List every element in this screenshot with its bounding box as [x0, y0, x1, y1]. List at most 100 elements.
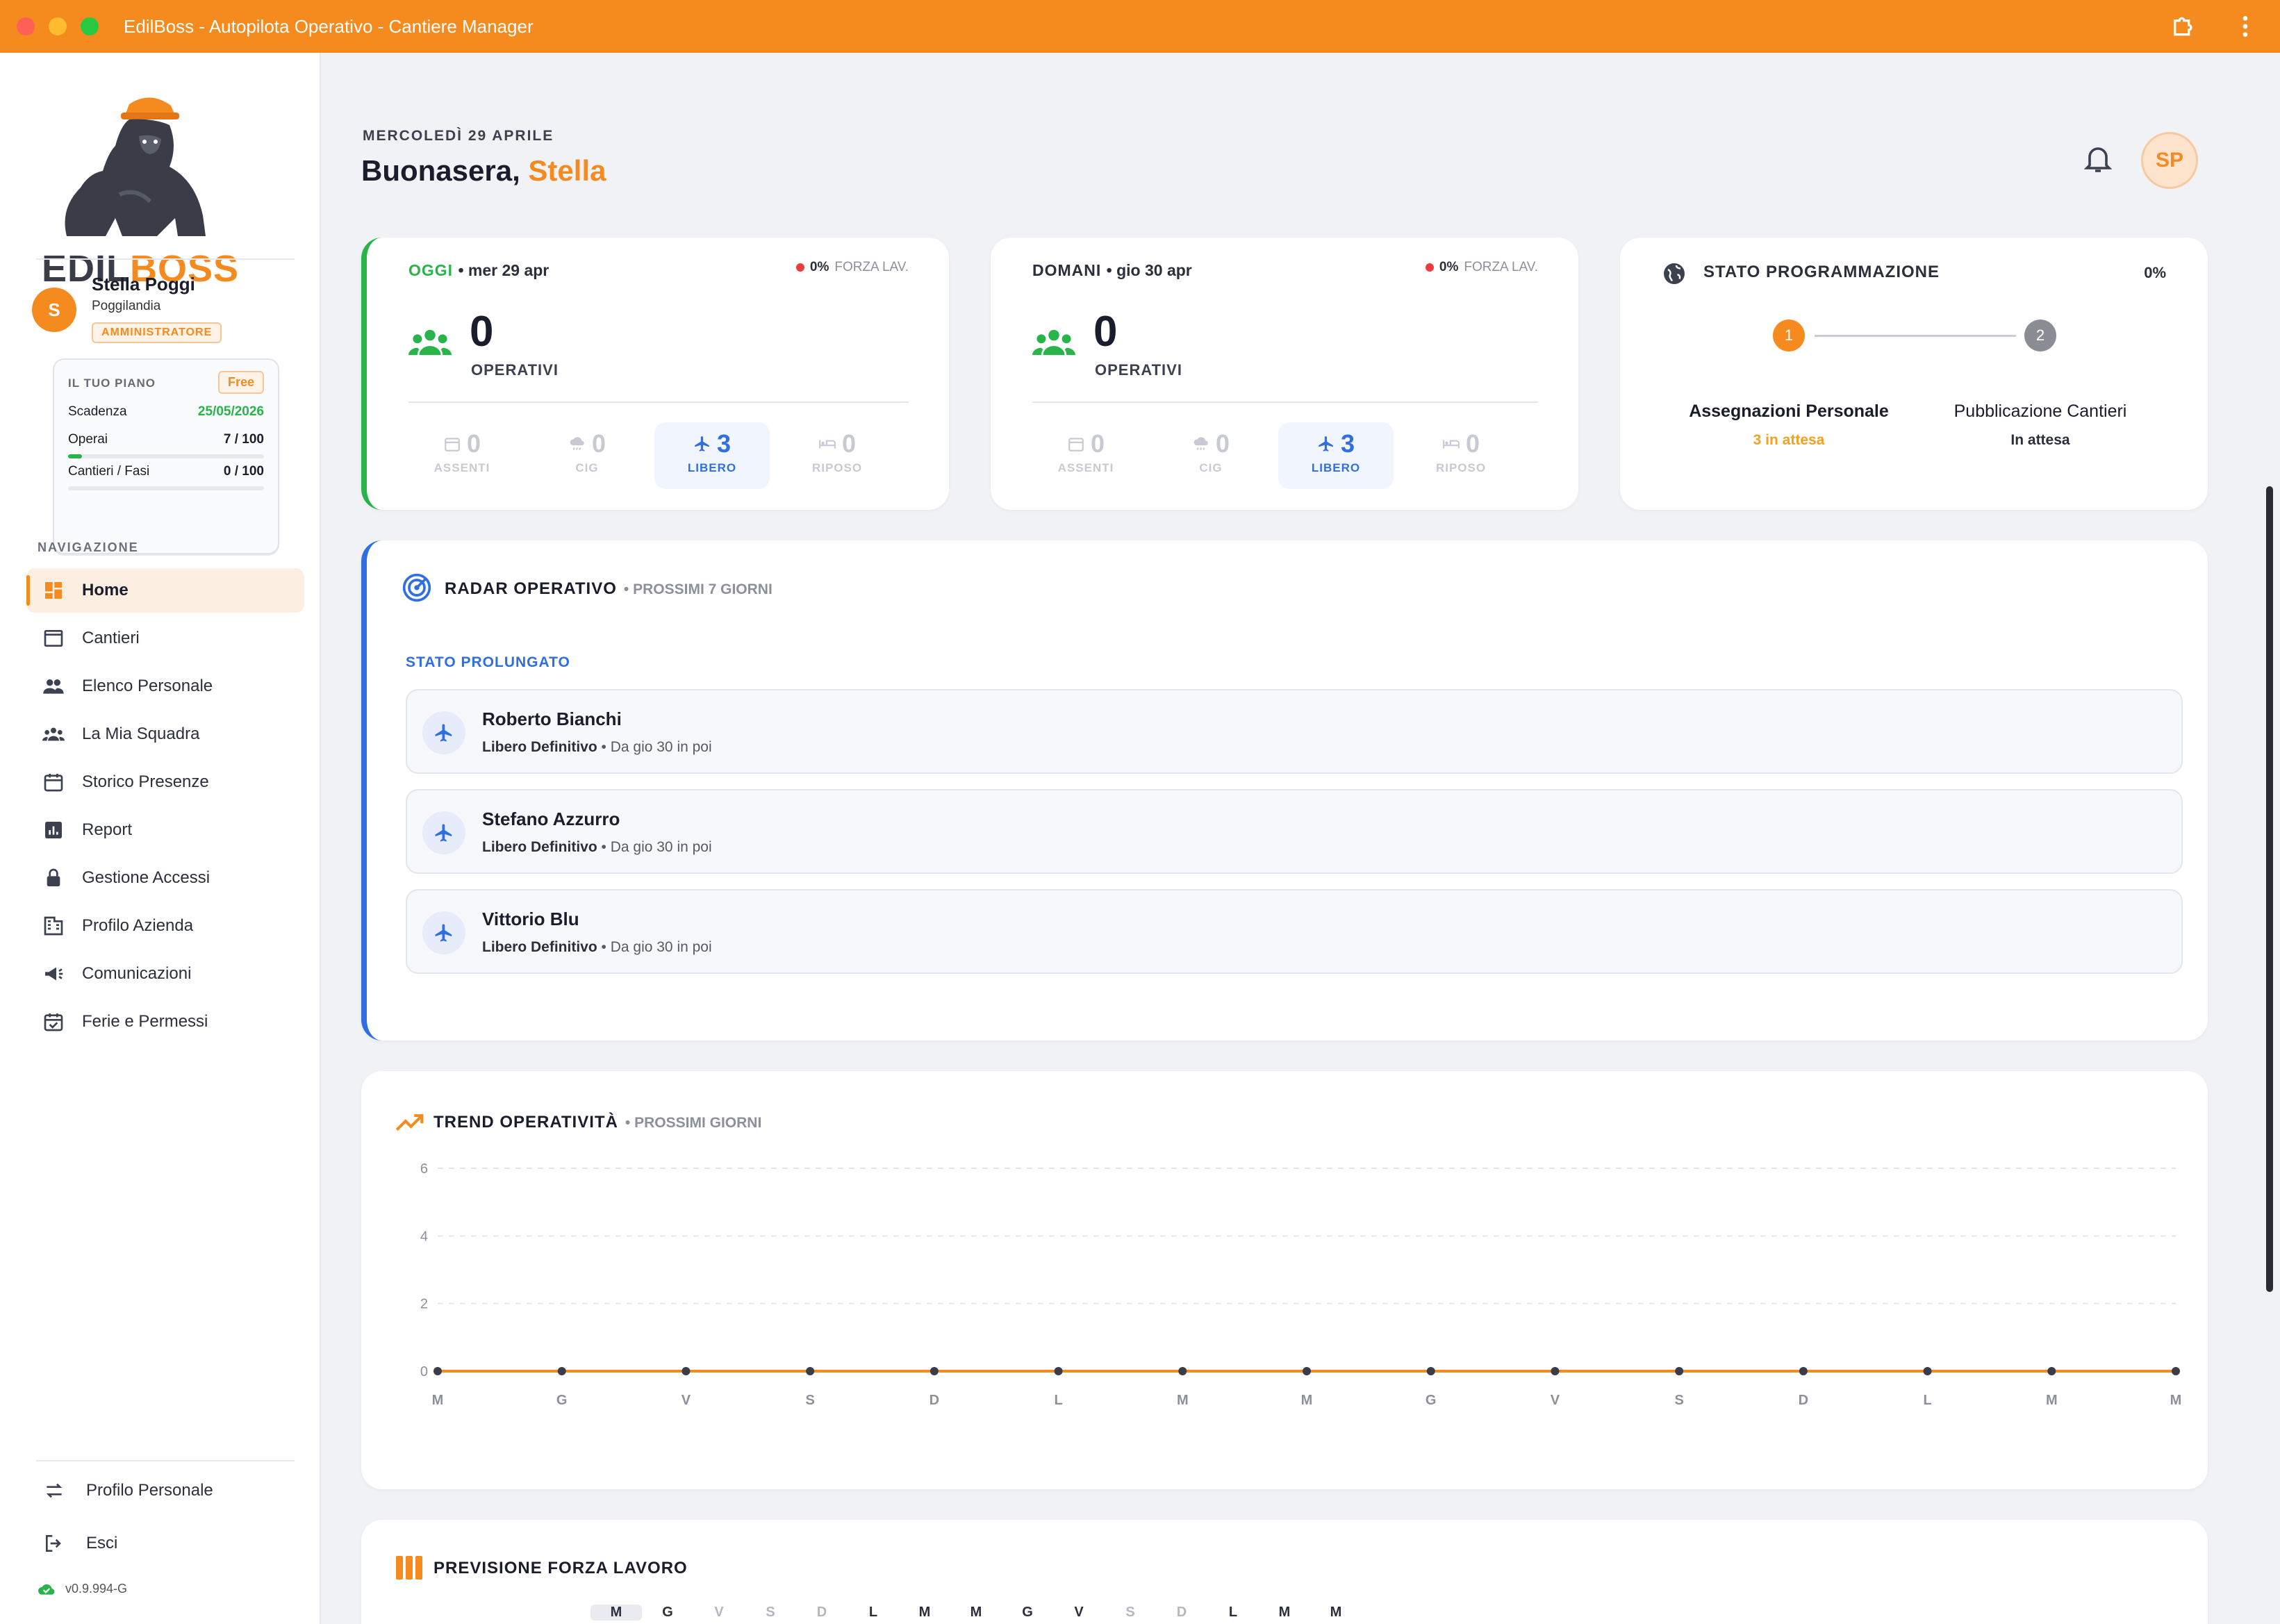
y-tick-label: 4	[420, 1229, 428, 1244]
user-name: Stella Poggi	[92, 274, 195, 295]
scrollbar[interactable]	[2266, 486, 2273, 1292]
nav-item-gestione-accessi[interactable]: Gestione Accessi	[26, 856, 304, 900]
cloud-check-icon	[38, 1584, 55, 1595]
tomorrow-libero[interactable]: 3 LIBERO	[1278, 422, 1394, 489]
profile-avatar[interactable]: SP	[2141, 132, 2198, 189]
tomorrow-riposo[interactable]: 0 RIPOSO	[1403, 422, 1519, 489]
window-title: EdilBoss - Autopilota Operativo - Cantie…	[124, 15, 534, 37]
minimize-window-button[interactable]	[49, 17, 67, 35]
radar-icon	[402, 573, 431, 602]
people-icon	[42, 674, 65, 698]
sidebar-bottom: Profilo Personale Esci	[35, 1470, 293, 1564]
maximize-window-button[interactable]	[81, 17, 99, 35]
airplane-icon	[695, 436, 709, 451]
plan-row-scadenza: Scadenza 25/05/2026	[68, 404, 264, 419]
window-icon	[42, 627, 65, 650]
x-tick-label: L	[1923, 1393, 1931, 1408]
nav-item-la-mia-squadra[interactable]: La Mia Squadra	[26, 712, 304, 756]
step-1-badge: 1	[1773, 320, 1805, 351]
airplane-icon	[422, 711, 465, 754]
step-1-status: 3 in attesa	[1753, 432, 1825, 448]
extension-icon[interactable]	[2170, 13, 2198, 40]
nav-list: Home Cantieri Elenco Personale La Mia Sq…	[26, 568, 304, 1047]
logout-button[interactable]: Esci	[35, 1523, 293, 1564]
close-window-button[interactable]	[17, 17, 35, 35]
day-header-cell: V	[1074, 1605, 1084, 1620]
radar-item[interactable]: Stefano Azzurro Libero Definitivo • Da g…	[406, 789, 2183, 874]
today-libero[interactable]: 3 LIBERO	[654, 422, 770, 489]
radar-item[interactable]: Vittorio Blu Libero Definitivo • Da gio …	[406, 889, 2183, 974]
step-2-label[interactable]: Pubblicazione Cantieri	[1929, 401, 2151, 422]
x-tick-label: S	[805, 1393, 814, 1408]
globe-icon	[1664, 263, 1685, 284]
data-point	[433, 1367, 442, 1375]
forza-title: PREVISIONE FORZA LAVORO	[433, 1559, 688, 1577]
radar-person-name: Roberto Bianchi	[482, 709, 622, 729]
profilo-personale-button[interactable]: Profilo Personale	[35, 1470, 293, 1511]
nav-item-profilo-azienda[interactable]: Profilo Azienda	[26, 904, 304, 948]
trend-card: TREND OPERATIVITÀ • PROSSIMI GIORNI 0246M…	[361, 1071, 2208, 1489]
radar-item[interactable]: Roberto Bianchi Libero Definitivo • Da g…	[406, 689, 2183, 774]
nav-item-ferie-e-permessi[interactable]: Ferie e Permessi	[26, 1000, 304, 1044]
tomorrow-assenti[interactable]: 0 ASSENTI	[1028, 422, 1143, 489]
x-tick-label: L	[1054, 1393, 1062, 1408]
data-point	[930, 1367, 939, 1375]
current-date: MERCOLEDÌ 29 APRILE	[363, 128, 554, 144]
swap-icon	[46, 1483, 63, 1498]
calendar-icon	[42, 770, 65, 794]
today-cig[interactable]: 0 CIG	[529, 422, 645, 489]
divider	[36, 1460, 295, 1461]
data-point	[2172, 1367, 2180, 1375]
more-vertical-icon[interactable]	[2231, 13, 2259, 40]
nav-item-comunicazioni[interactable]: Comunicazioni	[26, 952, 304, 996]
team-icon	[42, 722, 65, 746]
data-point	[2047, 1367, 2056, 1375]
data-point	[1178, 1367, 1187, 1375]
people-icon	[408, 329, 452, 356]
user-avatar[interactable]: S	[32, 288, 76, 332]
programmazione-card: STATO PROGRAMMAZIONE 0% 1 2 Assegnazioni…	[1620, 238, 2208, 510]
nav-section-title: NAVIGAZIONE	[38, 540, 139, 554]
nav-item-report[interactable]: Report	[26, 808, 304, 852]
tomorrow-cig[interactable]: 0 CIG	[1153, 422, 1269, 489]
step-2-status: In attesa	[2010, 432, 2070, 448]
nav-item-cantieri[interactable]: Cantieri	[26, 616, 304, 661]
lock-icon	[42, 866, 65, 890]
bell-icon[interactable]	[2081, 142, 2115, 175]
tomorrow-operativi-count: 0	[1093, 308, 1118, 356]
day-header-cell: M	[1330, 1605, 1342, 1620]
trend-chart: 0 2 4 6 M G V S D L M M G V S D L M M	[420, 1161, 2181, 1408]
tomorrow-card: DOMANI • gio 30 apr 0% FORZA LAV. 0 OPERA…	[991, 238, 1578, 510]
radar-person-status: Libero Definitivo • Da gio 30 in poi	[482, 939, 712, 955]
today-forza-lavoro: 0% FORZA LAV.	[795, 260, 909, 275]
radar-person-name: Stefano Azzurro	[482, 809, 620, 829]
step-2-badge: 2	[2024, 320, 2056, 351]
x-tick-label: V	[1551, 1393, 1560, 1408]
plan-title: IL TUO PIANO	[68, 376, 156, 390]
window-controls	[17, 17, 99, 35]
step-1-label[interactable]: Assegnazioni Personale	[1678, 401, 1900, 422]
progress-connector	[1815, 335, 2016, 337]
x-tick-label: D	[930, 1393, 939, 1408]
day-header-cell: M	[970, 1605, 982, 1620]
y-tick-label: 6	[420, 1161, 428, 1177]
data-point	[1675, 1367, 1684, 1375]
nav-item-elenco-personale[interactable]: Elenco Personale	[26, 664, 304, 709]
tomorrow-header: DOMANI • gio 30 apr	[1032, 261, 1192, 279]
nav-item-storico-presenze[interactable]: Storico Presenze	[26, 760, 304, 804]
x-tick-label: G	[556, 1393, 568, 1408]
today-assenti[interactable]: 0 ASSENTI	[404, 422, 520, 489]
plan-badge[interactable]: Free	[217, 371, 264, 394]
previsione-forza-lavoro-card: PREVISIONE FORZA LAVORO M G V S D L M M G V S D L M M	[361, 1520, 2208, 1624]
dashboard-icon	[42, 579, 65, 602]
data-point	[806, 1367, 815, 1375]
programmazione-title: STATO PROGRAMMAZIONE	[1703, 263, 1940, 281]
nav-item-home[interactable]: Home	[26, 568, 304, 613]
data-point	[1551, 1367, 1560, 1375]
day-header-cell: L	[868, 1605, 878, 1620]
role-badge: AMMINISTRATORE	[92, 322, 222, 343]
day-header-cell: S	[1125, 1605, 1135, 1620]
sidebar: EDILBOSS S Stella Poggi Poggilandia AMMI…	[0, 53, 321, 1624]
today-riposo[interactable]: 0 RIPOSO	[779, 422, 895, 489]
app-version: v0.9.994-G	[38, 1581, 127, 1596]
